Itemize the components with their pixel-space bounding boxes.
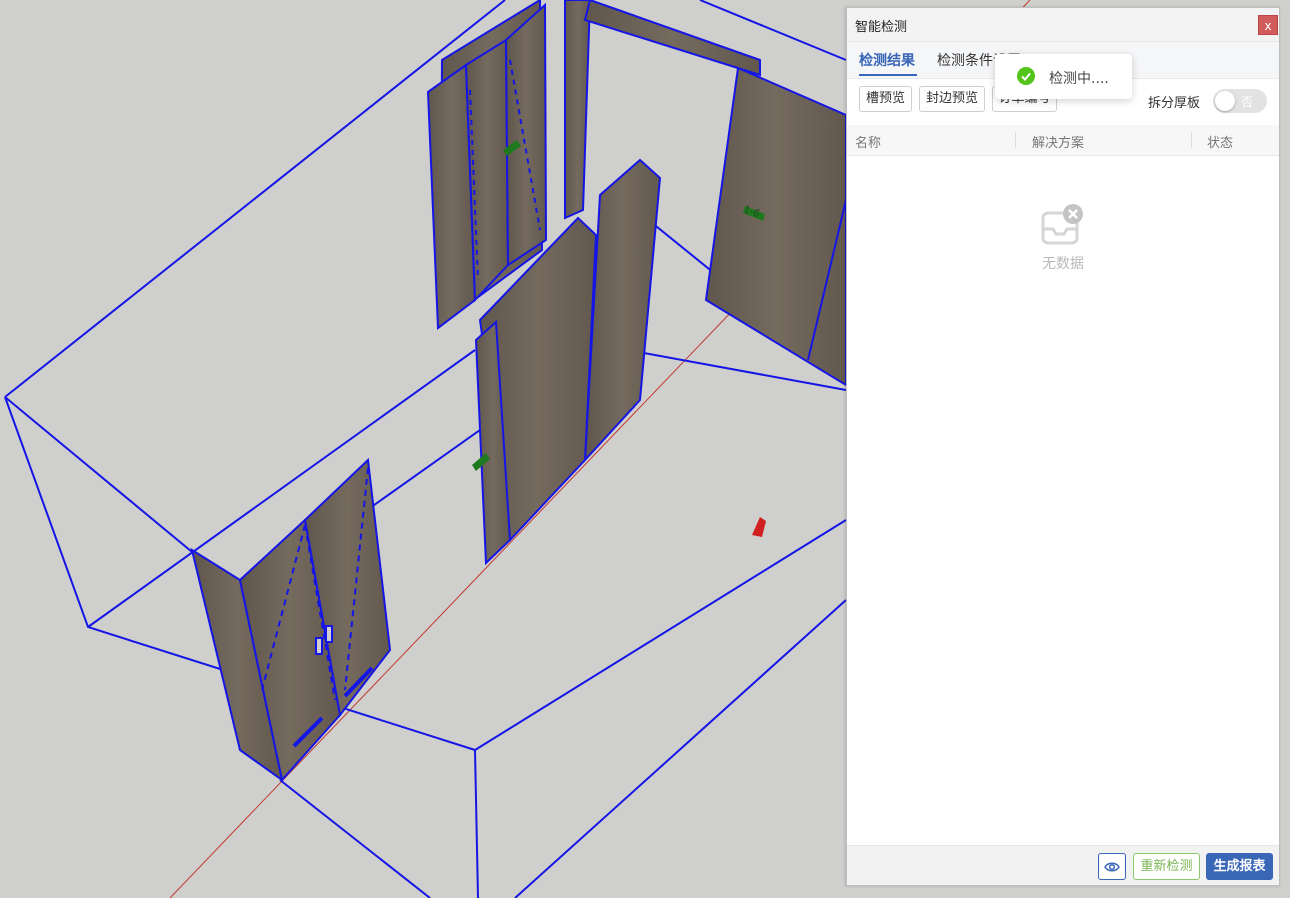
active-tab-indicator — [859, 74, 917, 76]
top-beam — [583, 0, 761, 77]
detecting-toast: 检测中.... — [995, 54, 1132, 99]
split-thick-board-toggle[interactable]: 否 — [1213, 89, 1267, 113]
empty-inbox-icon — [1041, 204, 1083, 245]
tab-detect-results[interactable]: 检测结果 — [859, 50, 915, 70]
close-button[interactable]: x — [1258, 15, 1278, 35]
slot-preview-button[interactable]: 槽预览 — [859, 86, 912, 112]
toast-message: 检测中.... — [1049, 71, 1109, 87]
column-name: 名称 — [855, 136, 882, 151]
column-divider — [1191, 132, 1192, 148]
cabinet-front — [190, 457, 392, 783]
edge-preview-button[interactable]: 封边预览 — [919, 86, 985, 112]
check-circle-icon — [1017, 67, 1035, 85]
table-header: 名称 解决方案 状态 — [847, 125, 1279, 156]
panel-title: 智能检测 — [855, 20, 908, 35]
preview-button[interactable] — [1098, 853, 1126, 880]
column-solution: 解决方案 — [1032, 136, 1085, 151]
redetect-button[interactable]: 重新检测 — [1133, 853, 1200, 880]
column-status: 状态 — [1207, 136, 1234, 151]
cabinet-right — [704, 66, 847, 387]
panel-titlebar: 智能检测 x — [847, 8, 1279, 42]
smart-detect-panel: 智能检测 x 检测结果 检测条件设置 槽预览 封边预览 订单编号 拆分厚板 否 … — [846, 7, 1280, 886]
toggle-knob — [1215, 91, 1235, 111]
panel-footer: 重新检测 生成报表 — [847, 845, 1279, 885]
empty-state: 无数据 — [847, 203, 1279, 273]
empty-text: 无数据 — [1042, 256, 1084, 272]
column-divider — [1015, 132, 1016, 148]
generate-report-button[interactable]: 生成报表 — [1206, 853, 1273, 880]
eye-icon — [1104, 862, 1120, 872]
toggle-label: 否 — [1241, 95, 1254, 109]
room-outline — [4, 0, 847, 898]
red-marker — [752, 517, 766, 537]
split-thick-board-label: 拆分厚板 — [1148, 96, 1201, 111]
